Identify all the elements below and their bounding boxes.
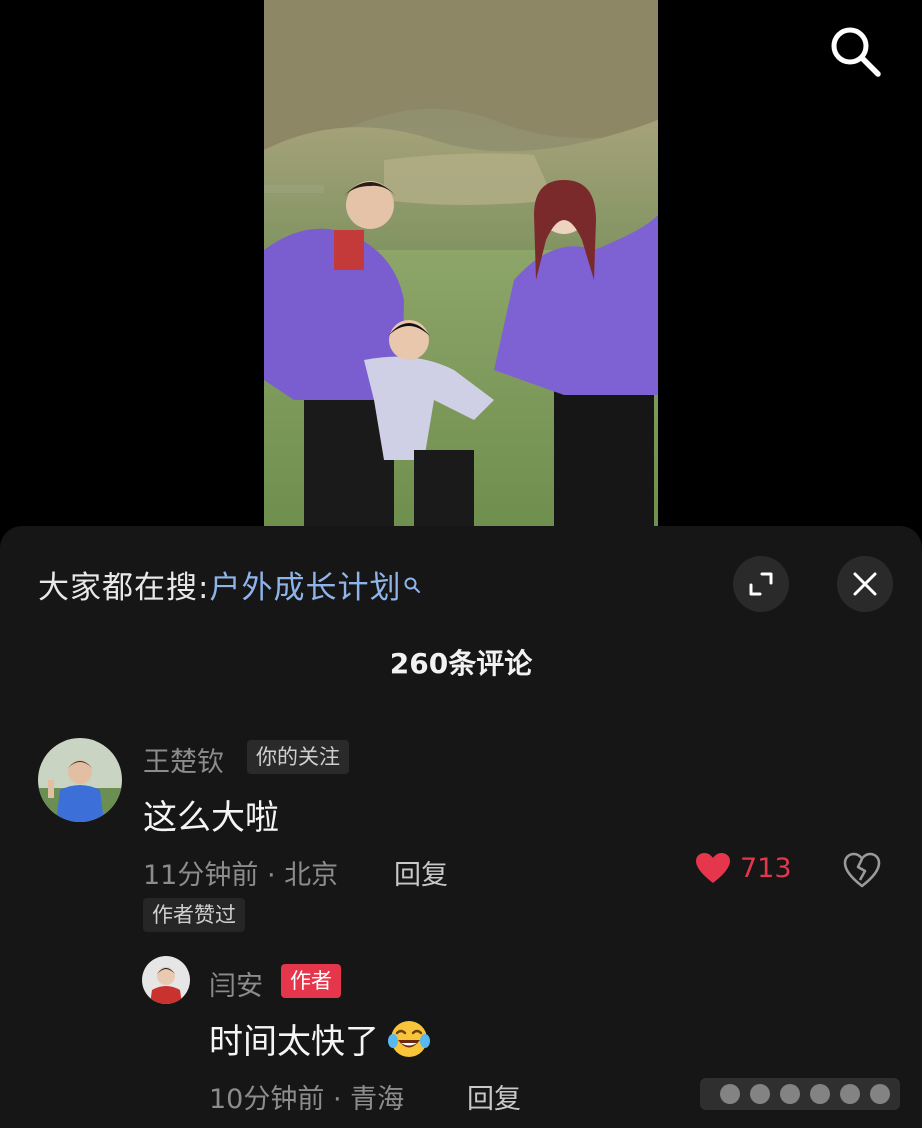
close-button[interactable]: [837, 556, 893, 612]
expand-button[interactable]: [733, 556, 789, 612]
trending-prefix: 大家都在搜:: [38, 570, 210, 606]
comment-sheet: 大家都在搜:户外成长计划 260条评论 王楚钦 你的关注 这么大啦 11分钟前 …: [0, 526, 922, 1128]
reply-button[interactable]: 回复: [394, 853, 448, 892]
expand-icon: [749, 572, 773, 596]
search-small-icon: [403, 566, 421, 602]
close-icon: [853, 572, 877, 596]
video-image: [264, 0, 658, 526]
watermark: [700, 1074, 900, 1114]
heart-icon: [696, 853, 730, 883]
like-count: 713: [740, 852, 792, 884]
following-badge: 你的关注: [247, 740, 349, 774]
comment-count: 260条评论: [389, 647, 533, 680]
reply-time-location: 10分钟前 · 青海: [209, 1084, 405, 1115]
laughing-tears-emoji: [387, 1019, 431, 1068]
avatar[interactable]: [38, 738, 122, 822]
search-icon: [831, 27, 881, 77]
search-button[interactable]: [826, 22, 884, 80]
reply-avatar[interactable]: [142, 956, 190, 1004]
like-button[interactable]: 713: [694, 851, 792, 885]
comment-username[interactable]: 王楚钦: [143, 740, 224, 779]
comment-text: 这么大啦: [143, 798, 279, 838]
video-area[interactable]: [0, 0, 922, 540]
trending-search[interactable]: 大家都在搜:户外成长计划: [38, 562, 421, 607]
author-badge: 作者: [281, 964, 341, 998]
dislike-button[interactable]: [842, 850, 882, 890]
reply-reply-button[interactable]: 回复: [467, 1077, 521, 1116]
reply-text: 时间太快了: [209, 1022, 379, 1062]
comment-time-location: 11分钟前 · 北京: [143, 860, 339, 891]
trending-term[interactable]: 户外成长计划: [209, 570, 401, 606]
author-liked-badge: 作者赞过: [143, 898, 245, 932]
reply-text-row: 时间太快了: [209, 1014, 431, 1068]
broken-heart-icon: [843, 852, 881, 888]
reply-username[interactable]: 闫安: [209, 964, 263, 1003]
video-thumbnail[interactable]: [264, 0, 658, 526]
